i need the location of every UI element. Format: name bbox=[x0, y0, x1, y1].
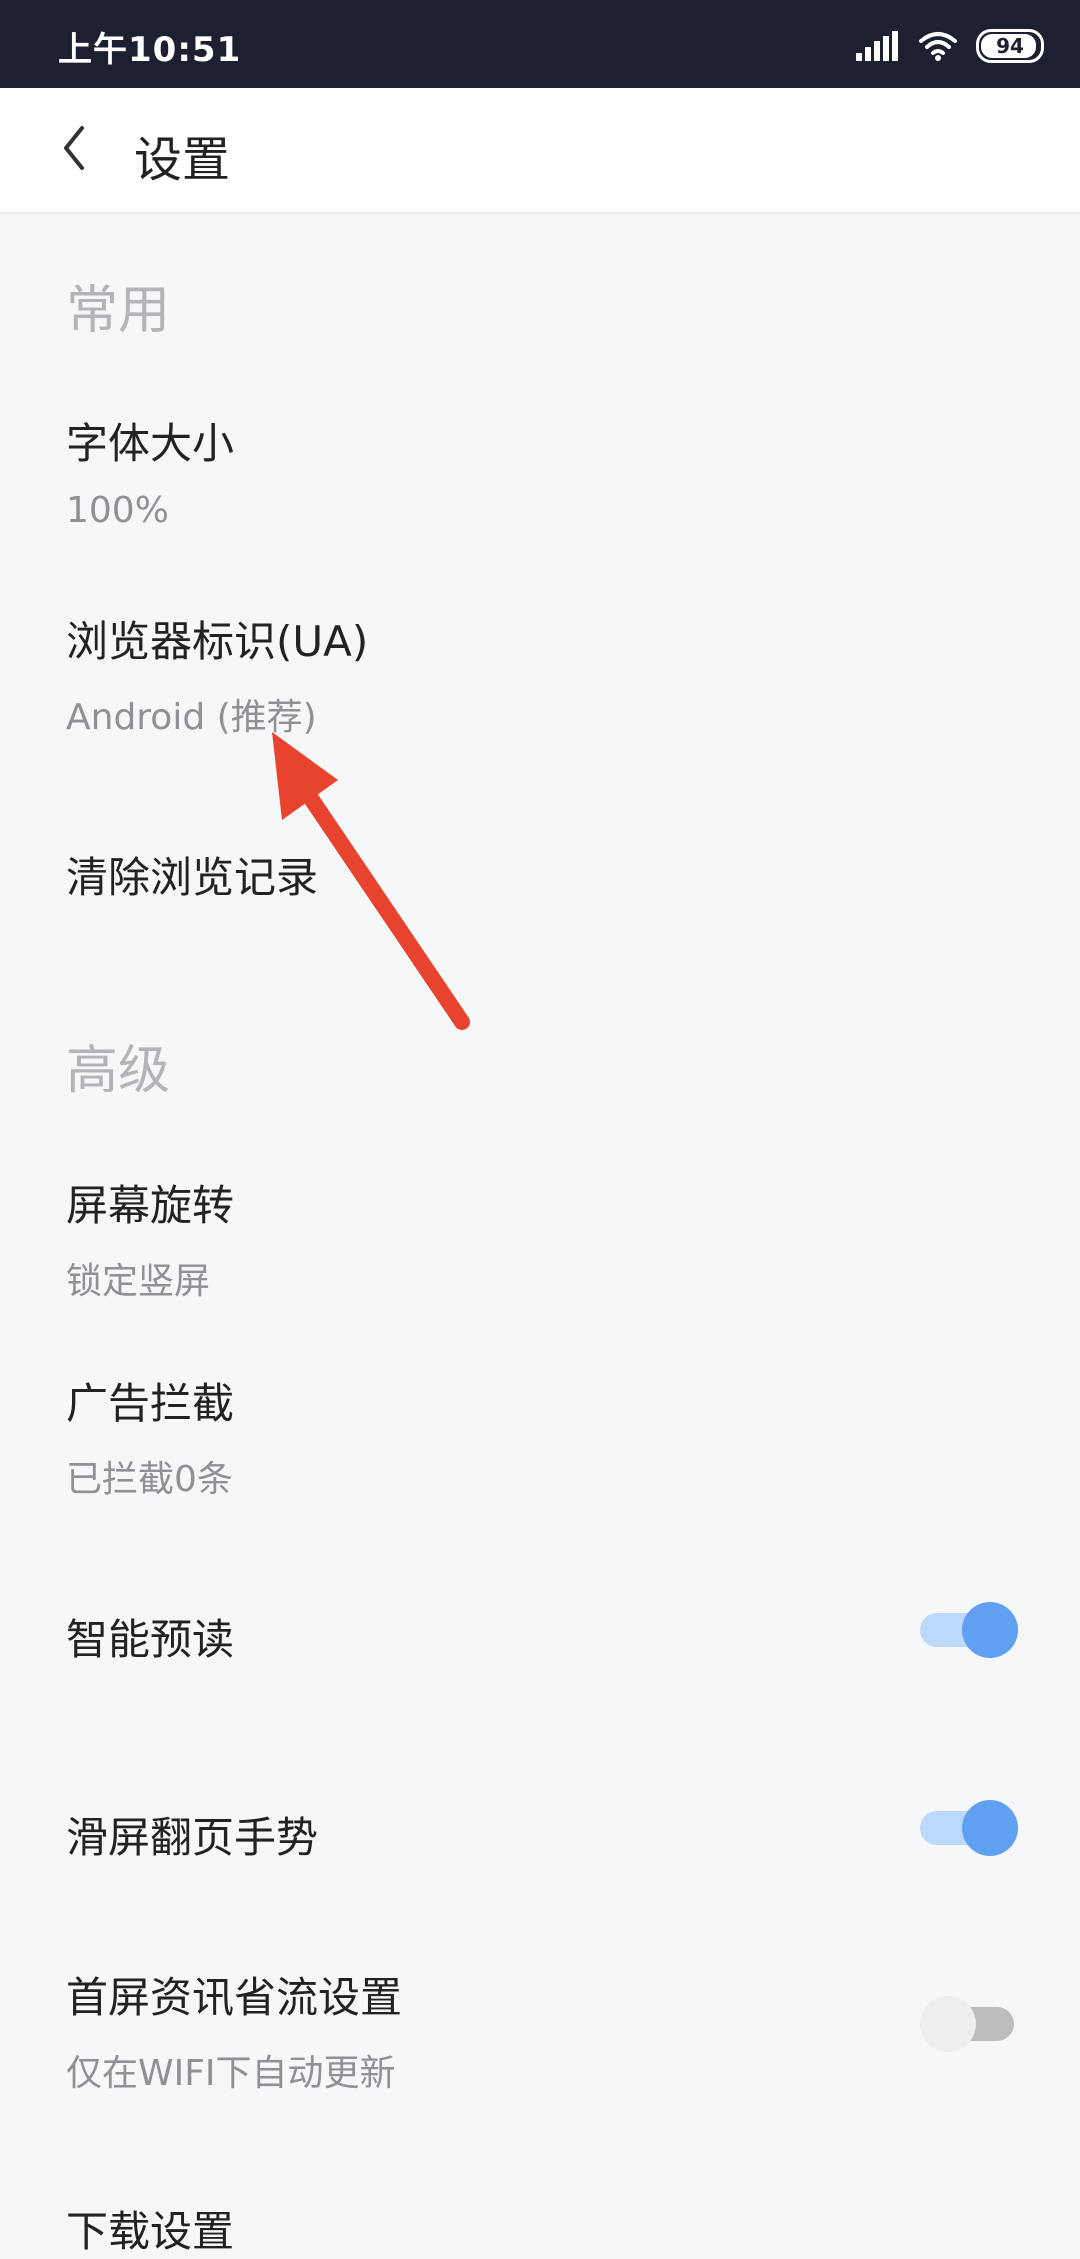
status-time: 上午10:51 bbox=[58, 30, 242, 70]
setting-value: 仅在WIFI下自动更新 bbox=[66, 2053, 396, 2094]
status-bar: 上午10:51 94 bbox=[0, 0, 1080, 88]
section-header-common: 常用 bbox=[66, 281, 171, 341]
battery-icon: 94 bbox=[976, 29, 1044, 63]
chevron-left-icon bbox=[64, 126, 84, 170]
page-title: 设置 bbox=[134, 132, 231, 188]
setting-title: 智能预读 bbox=[66, 1615, 235, 1664]
battery-level: 94 bbox=[996, 34, 1024, 58]
toggle-knob bbox=[962, 1602, 1018, 1658]
toggle-knob bbox=[920, 1996, 976, 2052]
smart-preload-toggle[interactable] bbox=[920, 1602, 1018, 1658]
setting-title: 首屏资讯省流设置 bbox=[66, 1973, 403, 2022]
setting-title: 清除浏览记录 bbox=[66, 853, 319, 902]
setting-value: 锁定竖屏 bbox=[66, 1261, 211, 1302]
setting-title: 屏幕旋转 bbox=[66, 1181, 235, 1230]
data-saver-toggle[interactable] bbox=[920, 1996, 1018, 2052]
setting-value: 100% bbox=[66, 490, 169, 531]
status-icons: 94 bbox=[856, 26, 1044, 66]
setting-title: 字体大小 bbox=[66, 419, 235, 468]
section-header-advanced: 高级 bbox=[66, 1041, 171, 1101]
setting-title: 浏览器标识(UA) bbox=[66, 617, 369, 666]
setting-title: 滑屏翻页手势 bbox=[66, 1813, 319, 1862]
setting-value: 已拦截0条 bbox=[66, 1459, 233, 1500]
setting-title: 广告拦截 bbox=[66, 1379, 235, 1428]
back-button[interactable] bbox=[52, 118, 112, 178]
wifi-icon bbox=[919, 32, 957, 61]
signal-icon bbox=[856, 31, 898, 61]
setting-title: 下载设置 bbox=[66, 2207, 235, 2256]
toggle-knob bbox=[962, 1800, 1018, 1856]
swipe-gesture-toggle[interactable] bbox=[920, 1800, 1018, 1856]
app-header: 设置 bbox=[0, 88, 1080, 214]
setting-value: Android (推荐) bbox=[66, 697, 317, 738]
